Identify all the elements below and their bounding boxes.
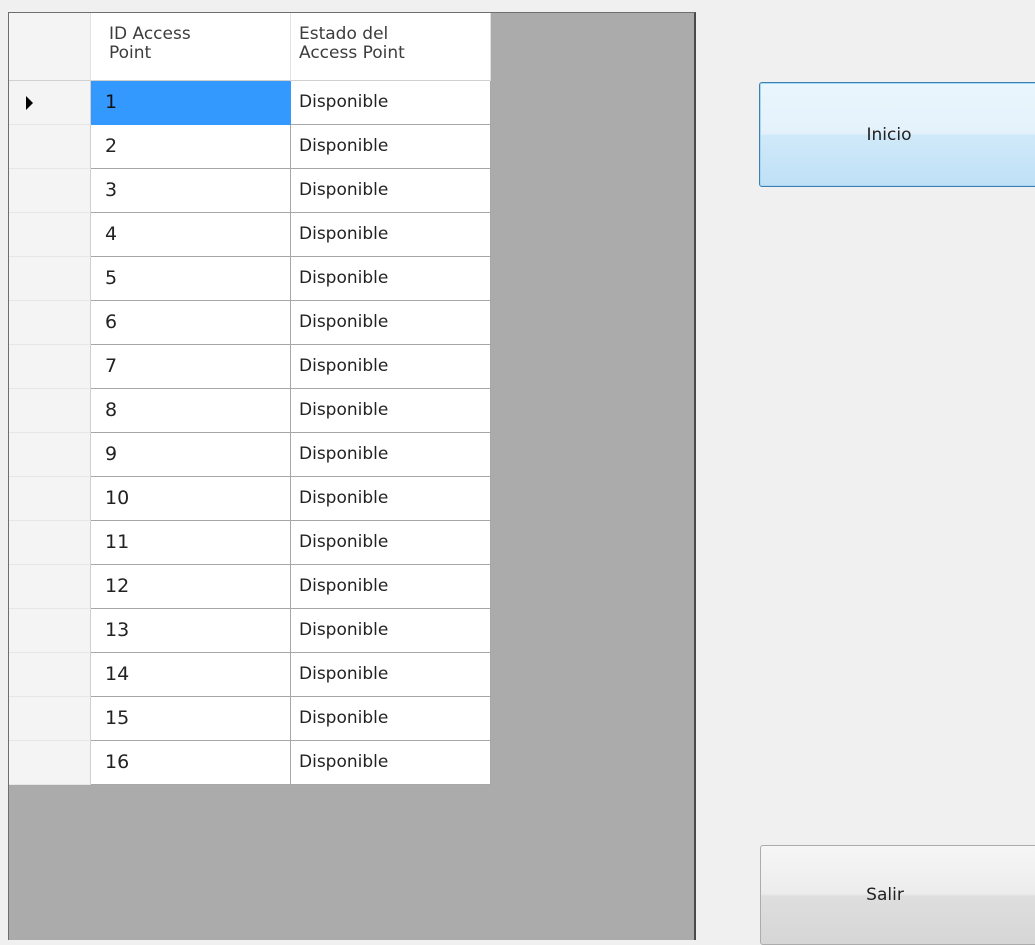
row-header-cell[interactable] — [9, 213, 91, 257]
grid-rows: 1 Disponible 2 Disponible 3 Disponible 4 Dispon… — [9, 81, 491, 785]
inicio-button[interactable]: Inicio — [759, 82, 1035, 187]
table-row[interactable]: 9 Disponible — [9, 433, 491, 477]
cell-id-access-point[interactable]: 1 — [91, 81, 291, 125]
table-row[interactable]: 15 Disponible — [9, 697, 491, 741]
inicio-button-label: Inicio — [866, 124, 912, 145]
row-header-cell[interactable] — [9, 697, 91, 741]
table-row[interactable]: 13 Disponible — [9, 609, 491, 653]
cell-estado[interactable]: Disponible — [291, 433, 491, 477]
current-row-arrow-icon — [26, 96, 33, 110]
access-points-grid[interactable]: ID Access Point Estado del Access Point … — [8, 12, 696, 940]
grid-header-row: ID Access Point Estado del Access Point — [9, 13, 491, 81]
cell-id-access-point[interactable]: 10 — [91, 477, 291, 521]
cell-estado[interactable]: Disponible — [291, 169, 491, 213]
row-header-cell[interactable] — [9, 433, 91, 477]
cell-id-access-point[interactable]: 12 — [91, 565, 291, 609]
cell-id-access-point[interactable]: 13 — [91, 609, 291, 653]
cell-estado[interactable]: Disponible — [291, 81, 491, 125]
table-row[interactable]: 11 Disponible — [9, 521, 491, 565]
cell-id-access-point[interactable]: 14 — [91, 653, 291, 697]
cell-estado[interactable]: Disponible — [291, 301, 491, 345]
salir-button[interactable]: Salir — [760, 845, 1035, 945]
salir-button-label: Salir — [866, 885, 904, 905]
cell-estado[interactable]: Disponible — [291, 345, 491, 389]
row-header-cell[interactable] — [9, 521, 91, 565]
cell-id-access-point[interactable]: 4 — [91, 213, 291, 257]
cell-id-access-point[interactable]: 5 — [91, 257, 291, 301]
column-header-id-access-point[interactable]: ID Access Point — [91, 13, 291, 81]
table-row[interactable]: 1 Disponible — [9, 81, 491, 125]
row-header-cell[interactable] — [9, 389, 91, 433]
table-row[interactable]: 5 Disponible — [9, 257, 491, 301]
cell-id-access-point[interactable]: 3 — [91, 169, 291, 213]
cell-id-access-point[interactable]: 7 — [91, 345, 291, 389]
row-header-cell[interactable] — [9, 301, 91, 345]
column-header-label: Estado del Access Point — [299, 24, 405, 63]
column-header-label: ID Access Point — [109, 24, 191, 63]
column-header-estado[interactable]: Estado del Access Point — [291, 13, 491, 81]
cell-estado[interactable]: Disponible — [291, 609, 491, 653]
row-header-cell[interactable] — [9, 345, 91, 389]
cell-estado[interactable]: Disponible — [291, 741, 491, 785]
table-row[interactable]: 2 Disponible — [9, 125, 491, 169]
table-row[interactable]: 3 Disponible — [9, 169, 491, 213]
row-header-cell[interactable] — [9, 565, 91, 609]
cell-estado[interactable]: Disponible — [291, 565, 491, 609]
row-header-cell[interactable] — [9, 125, 91, 169]
table-row[interactable]: 16 Disponible — [9, 741, 491, 785]
row-header-cell[interactable] — [9, 741, 91, 785]
cell-id-access-point[interactable]: 8 — [91, 389, 291, 433]
cell-estado[interactable]: Disponible — [291, 477, 491, 521]
cell-id-access-point[interactable]: 15 — [91, 697, 291, 741]
cell-estado[interactable]: Disponible — [291, 125, 491, 169]
table-row[interactable]: 10 Disponible — [9, 477, 491, 521]
cell-estado[interactable]: Disponible — [291, 213, 491, 257]
table-row[interactable]: 6 Disponible — [9, 301, 491, 345]
grid-corner-cell[interactable] — [9, 13, 91, 81]
cell-estado[interactable]: Disponible — [291, 389, 491, 433]
cell-id-access-point[interactable]: 11 — [91, 521, 291, 565]
row-header-cell[interactable] — [9, 477, 91, 521]
cell-id-access-point[interactable]: 16 — [91, 741, 291, 785]
row-header-cell[interactable] — [9, 81, 91, 125]
cell-id-access-point[interactable]: 2 — [91, 125, 291, 169]
row-header-cell[interactable] — [9, 257, 91, 301]
cell-estado[interactable]: Disponible — [291, 697, 491, 741]
cell-id-access-point[interactable]: 6 — [91, 301, 291, 345]
row-header-cell[interactable] — [9, 169, 91, 213]
table-row[interactable]: 14 Disponible — [9, 653, 491, 697]
row-header-cell[interactable] — [9, 609, 91, 653]
cell-estado[interactable]: Disponible — [291, 653, 491, 697]
cell-id-access-point[interactable]: 9 — [91, 433, 291, 477]
cell-estado[interactable]: Disponible — [291, 521, 491, 565]
row-header-cell[interactable] — [9, 653, 91, 697]
table-row[interactable]: 8 Disponible — [9, 389, 491, 433]
table-row[interactable]: 4 Disponible — [9, 213, 491, 257]
cell-estado[interactable]: Disponible — [291, 257, 491, 301]
table-row[interactable]: 12 Disponible — [9, 565, 491, 609]
table-row[interactable]: 7 Disponible — [9, 345, 491, 389]
